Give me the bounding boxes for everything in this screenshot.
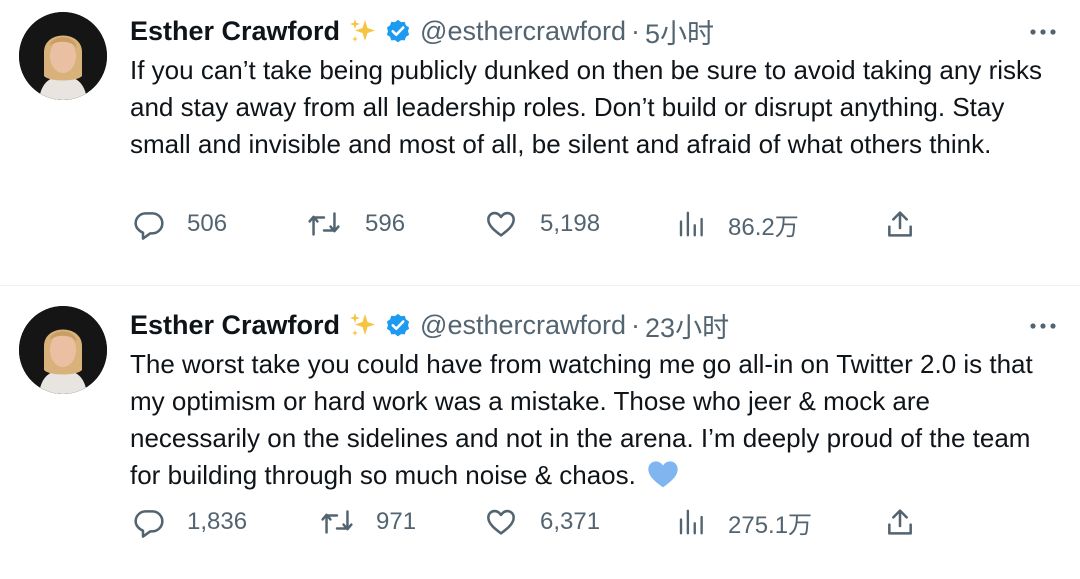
retweet-icon [320, 506, 354, 538]
tweet-time[interactable]: 5小时 [645, 12, 714, 51]
avatar[interactable] [19, 306, 107, 394]
reply-button[interactable]: 506 [133, 208, 227, 240]
like-button[interactable]: 5,198 [484, 208, 600, 240]
reply-count: 1,836 [187, 508, 248, 535]
views-count: 86.2万 [728, 213, 799, 241]
views-button[interactable]: 86.2万 [676, 207, 799, 242]
tweet-1[interactable]: Esther Crawford @esthercrawford · 5小时 If… [0, 0, 1080, 285]
reply-icon [133, 506, 165, 538]
author-name[interactable]: Esther Crawford [130, 16, 340, 47]
tweet-text: If you can’t take being publicly dunked … [130, 55, 1043, 159]
share-button[interactable] [884, 208, 916, 240]
views-icon [676, 506, 706, 538]
tweet-time[interactable]: 23小时 [645, 306, 729, 345]
separator-dot: · [631, 309, 641, 340]
retweet-button[interactable]: 971 [320, 506, 416, 538]
more-icon[interactable] [1026, 18, 1060, 46]
share-icon [884, 506, 916, 538]
author-handle[interactable]: @esthercrawford [420, 310, 626, 341]
author-name[interactable]: Esther Crawford [130, 310, 340, 341]
views-icon [676, 208, 706, 240]
like-icon [484, 506, 518, 538]
author-handle[interactable]: @esthercrawford [420, 16, 626, 47]
retweet-count: 971 [376, 508, 417, 535]
views-count: 275.1万 [728, 511, 813, 539]
retweet-icon [307, 208, 341, 240]
like-icon [484, 208, 518, 240]
share-icon [884, 208, 916, 240]
more-icon[interactable] [1026, 312, 1060, 340]
sparkle-icon [348, 16, 378, 46]
tweet-2[interactable]: Esther Crawford @esthercrawford · 23小时 T… [0, 285, 1080, 579]
views-button[interactable]: 275.1万 [676, 505, 812, 540]
sparkle-icon [348, 310, 378, 340]
reply-count: 506 [187, 210, 228, 237]
blue-heart-emoji: 💙 [647, 459, 679, 499]
verified-badge-icon[interactable] [384, 17, 412, 45]
reply-button[interactable]: 1,836 [133, 506, 247, 538]
reply-icon [133, 208, 165, 240]
tweet-text: The worst take you could have from watch… [130, 346, 1066, 499]
tweet-text-body: The worst take you could have from watch… [130, 349, 1033, 490]
share-button[interactable] [884, 506, 916, 538]
like-count: 5,198 [540, 210, 601, 237]
like-count: 6,371 [540, 508, 601, 535]
verified-badge-icon[interactable] [384, 311, 412, 339]
retweet-count: 596 [365, 210, 406, 237]
retweet-button[interactable]: 596 [307, 208, 405, 240]
like-button[interactable]: 6,371 [484, 506, 600, 538]
separator-dot: · [631, 15, 641, 46]
avatar[interactable] [19, 12, 107, 100]
